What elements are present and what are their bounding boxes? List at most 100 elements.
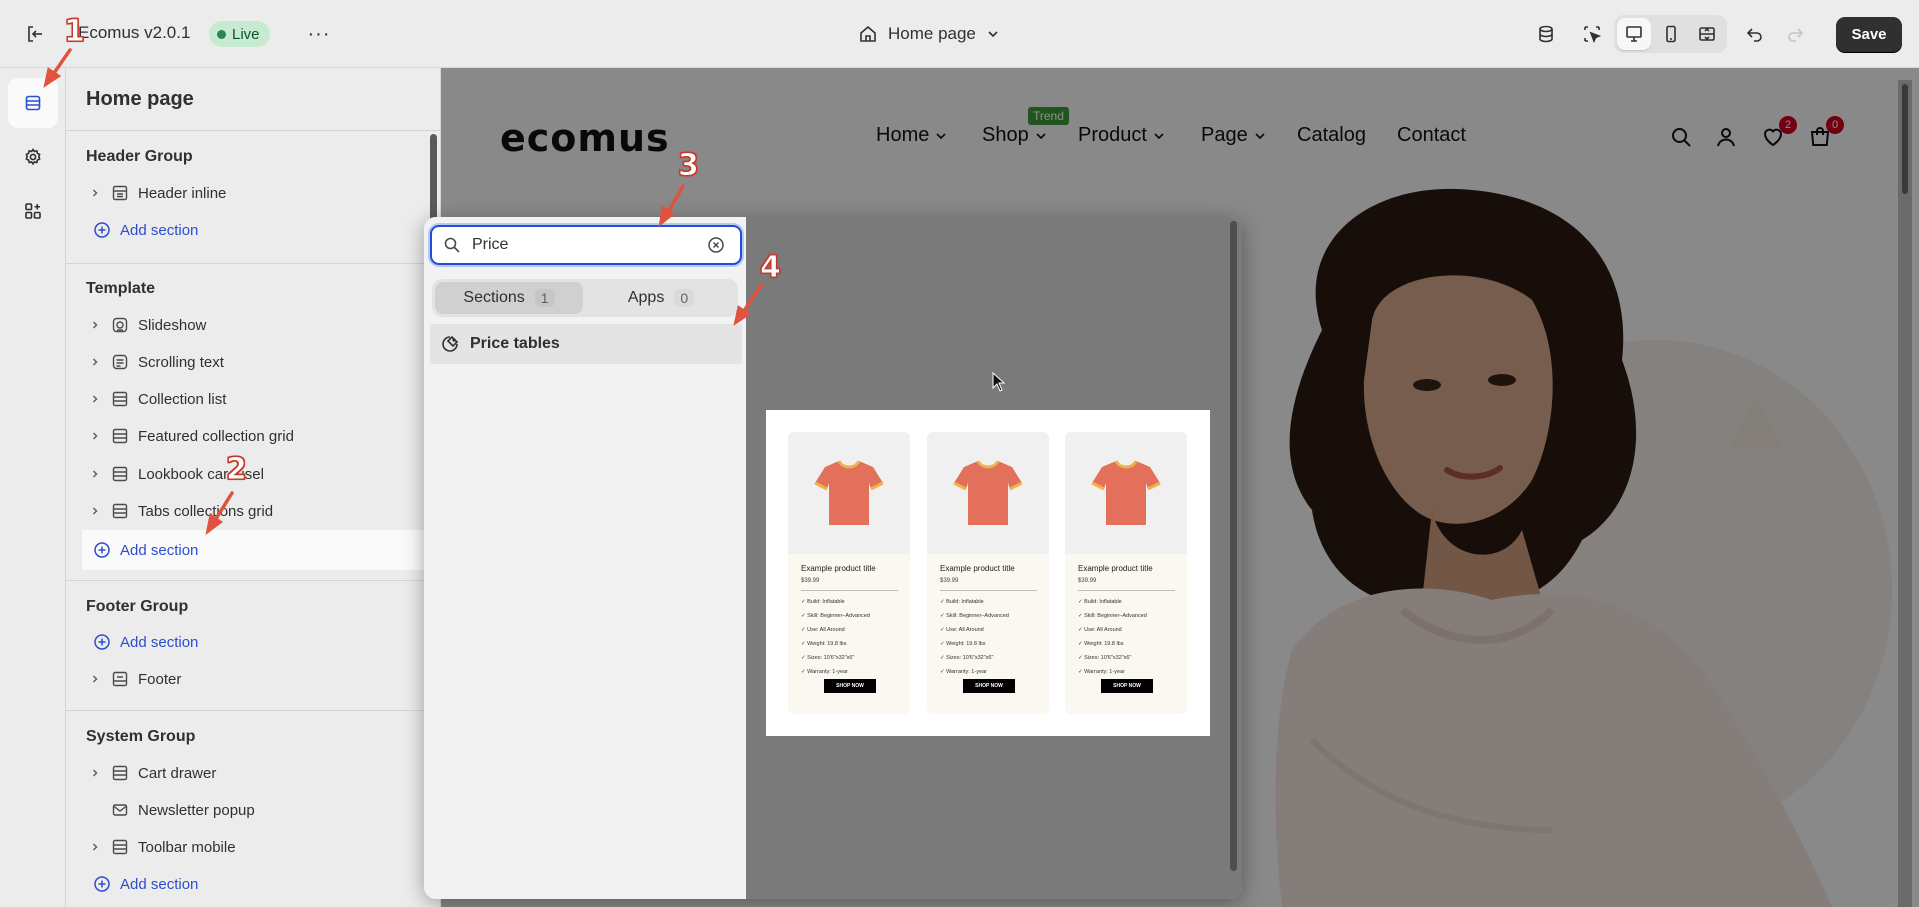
ai-assistant-button[interactable] [1529, 18, 1563, 50]
undo-icon [1746, 28, 1762, 42]
add-section-template-button[interactable]: Add section [82, 530, 440, 570]
section-collection-list[interactable]: Collection list [82, 381, 412, 417]
status-badge-label: Live [232, 25, 260, 43]
section-scrolling-text[interactable]: Scrolling text [82, 344, 412, 380]
chevron-right-icon[interactable] [86, 674, 104, 684]
desktop-view-button[interactable] [1617, 18, 1651, 50]
section-label: Toolbar mobile [138, 838, 236, 856]
group-title-template: Template [86, 280, 156, 297]
section-search-input[interactable] [472, 236, 696, 254]
feature-item: ✓ Skill: Beginner–Advanced [940, 613, 1009, 619]
save-button[interactable]: Save [1836, 17, 1902, 52]
section-header-inline[interactable]: Header inline [82, 175, 412, 211]
preview-scrollbar-thumb[interactable] [1902, 84, 1908, 194]
feature-item: ✓ Use: All Around [801, 627, 845, 633]
tab-label: Sections [463, 289, 525, 306]
add-section-system-button[interactable]: Add section [82, 866, 412, 902]
result-price-tables[interactable]: Price tables [430, 324, 742, 364]
text-section-icon [110, 352, 130, 372]
status-badge: Live [209, 21, 270, 47]
viewport-toggle [1614, 15, 1727, 53]
feature-item: ✓ Use: All Around [1078, 627, 1122, 633]
slideshow-icon [110, 315, 130, 335]
section-lookbook-carousel[interactable]: Lookbook carousel [82, 456, 412, 492]
chevron-right-icon[interactable] [86, 357, 104, 367]
section-tabs-collections-grid[interactable]: Tabs collections grid [82, 493, 412, 529]
exit-button[interactable] [18, 18, 52, 50]
section-preview-pane: Example product title $39.99 ✓ Build: In… [746, 217, 1242, 899]
price-tables-preview: Example product title $39.99 ✓ Build: In… [766, 410, 1210, 736]
add-section-popover: Sections 1 Apps 0 Price tables Example p… [424, 217, 1242, 899]
section-featured-collection-grid[interactable]: Featured collection grid [82, 418, 412, 454]
inspector-button[interactable] [1575, 18, 1609, 50]
section-icon [110, 501, 130, 521]
chevron-right-icon[interactable] [86, 320, 104, 330]
feature-item: ✓ Warranty: 1-year [940, 669, 987, 675]
sidebar-title: Home page [86, 88, 194, 110]
add-section-header-button[interactable]: Add section [82, 212, 412, 248]
page-selector[interactable]: Home page [858, 18, 1000, 50]
card-title: Example product title [940, 564, 1015, 573]
tab-count: 1 [534, 289, 555, 307]
chevron-right-icon[interactable] [86, 506, 104, 516]
chevron-down-icon [988, 31, 998, 38]
plus-circle-icon [92, 220, 112, 240]
add-section-footer-button[interactable]: Add section [82, 624, 412, 660]
preview-scrollbar[interactable] [1898, 80, 1912, 907]
theme-settings-tab[interactable] [8, 132, 58, 182]
section-icon [110, 464, 130, 484]
left-rail [0, 68, 66, 907]
divider [66, 580, 440, 581]
section-cart-drawer[interactable]: Cart drawer [82, 755, 412, 791]
chevron-right-icon[interactable] [86, 394, 104, 404]
sections-sidebar: Home page Header Group Header inline Add… [66, 68, 441, 907]
feature-item: ✓ Sizes: 10'6"x32"x6" [1078, 655, 1132, 661]
price-card: Example product title $39.99 ✓ Build: In… [1065, 432, 1187, 714]
divider [1078, 590, 1175, 591]
clear-circle-icon [708, 237, 724, 253]
chevron-right-icon[interactable] [86, 469, 104, 479]
feature-item: ✓ Skill: Beginner–Advanced [1078, 613, 1147, 619]
mobile-view-button[interactable] [1654, 18, 1688, 50]
mouse-cursor-icon [992, 372, 1006, 392]
shop-now-button: SHOP NOW [963, 679, 1015, 693]
sidebar-scrollbar[interactable] [430, 134, 437, 224]
database-icon [1539, 25, 1553, 43]
section-slideshow[interactable]: Slideshow [82, 307, 412, 343]
editor-topbar: Ecomus v2.0.1 Live ··· Home page Save [0, 0, 1919, 68]
plus-circle-icon [92, 540, 112, 560]
feature-item: ✓ Skill: Beginner–Advanced [801, 613, 870, 619]
section-footer[interactable]: Footer [82, 661, 412, 697]
apps-tab[interactable] [8, 186, 58, 236]
fullscreen-icon [1699, 27, 1715, 41]
shop-now-button: SHOP NOW [1101, 679, 1153, 693]
tab-sections[interactable]: Sections 1 [435, 282, 583, 314]
section-search-field[interactable] [430, 225, 742, 265]
section-icon [110, 389, 130, 409]
tshirt-image [788, 432, 910, 554]
card-title: Example product title [1078, 564, 1153, 573]
chevron-right-icon[interactable] [86, 768, 104, 778]
section-label: Featured collection grid [138, 427, 294, 445]
section-icon [110, 426, 130, 446]
feature-item: ✓ Build: Inflatable [801, 599, 845, 605]
clear-search-button[interactable] [696, 236, 736, 254]
card-price: $39.99 [1078, 578, 1097, 584]
tab-apps[interactable]: Apps 0 [587, 282, 735, 314]
more-actions-button[interactable]: ··· [302, 18, 336, 50]
card-title: Example product title [801, 564, 876, 573]
divider [66, 710, 440, 711]
undo-button[interactable] [1738, 18, 1772, 50]
feature-item: ✓ Warranty: 1-year [801, 669, 848, 675]
fullscreen-view-button[interactable] [1690, 18, 1724, 50]
sections-tab[interactable] [8, 78, 58, 128]
chevron-right-icon[interactable] [86, 188, 104, 198]
home-icon [860, 25, 876, 42]
section-toolbar-mobile[interactable]: Toolbar mobile [82, 829, 412, 865]
section-newsletter-popup[interactable]: Newsletter popup [82, 792, 412, 828]
app-name: Ecomus v2.0.1 [78, 23, 191, 42]
chevron-right-icon[interactable] [86, 431, 104, 441]
picker-scrollbar[interactable] [1230, 221, 1237, 871]
redo-button[interactable] [1778, 18, 1812, 50]
chevron-right-icon[interactable] [86, 842, 104, 852]
